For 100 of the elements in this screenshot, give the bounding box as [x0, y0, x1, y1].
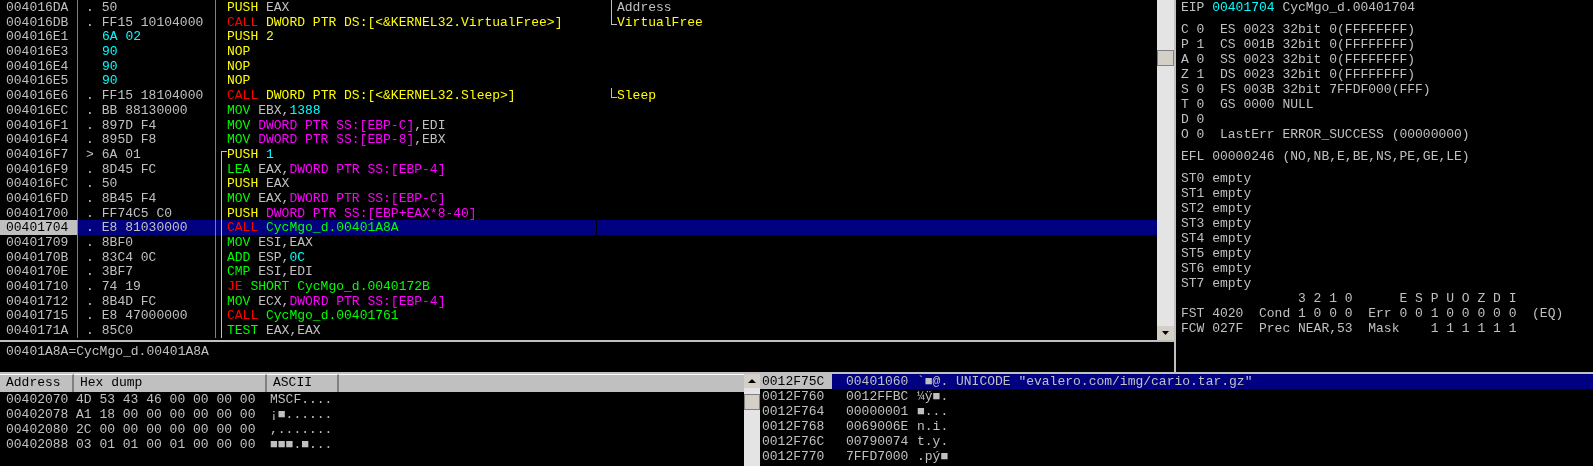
hex-cell: 8D45 FC: [101, 161, 157, 177]
instruction-cell: MOV DWORD PTR SS:[EBP-C],EDI: [227, 117, 446, 133]
value-cell-text: 0069006E: [845, 419, 910, 434]
register-line: ST4 empty: [1181, 231, 1253, 246]
value-cell-text: 7FFD7000: [845, 449, 910, 464]
register-line: ST5 empty: [1181, 246, 1253, 261]
column-header: Hex dump: [74, 374, 267, 392]
instruction-cell: NOP: [227, 58, 251, 74]
column-header: ASCII: [267, 374, 339, 392]
instruction-cell: CALL DWORD PTR DS:[<&KERNEL32.Sleep>]: [227, 88, 516, 103]
hex-cell: 90: [102, 44, 118, 59]
scrollbar[interactable]: [1157, 0, 1174, 340]
address-cell: 004016E5: [6, 73, 69, 89]
comment-cell: .pý■: [917, 449, 949, 464]
instruction-cell: NOP: [227, 44, 251, 59]
address-cell: 004016DA: [6, 0, 69, 15]
hex-cell: 8B45 F4: [101, 190, 157, 206]
comment-cell: t.y.: [917, 434, 949, 449]
ascii-cell: MSCF....: [270, 392, 333, 407]
register-line: ST1 empty: [1181, 186, 1253, 201]
register-line: EFL 00000246 (NO,NB,E,BE,NS,PE,GE,LE): [1181, 149, 1471, 164]
register-line: ST7 empty: [1181, 276, 1253, 291]
marker: .: [86, 117, 94, 133]
instruction-cell: PUSH EAX: [227, 0, 290, 15]
register-line: C 0 ES 0023 32bit 0(FFFFFFFF): [1181, 22, 1417, 37]
address-cell: 00401709: [6, 235, 69, 250]
register-line: FST 4020 Cond 1 0 0 0 Err 0 0 1 0 0 0 0 0 (EQ): [1181, 306, 1565, 321]
instruction-cell: MOV ESI,EAX: [227, 235, 313, 250]
register-line: O 0 LastErr ERROR_SUCCESS (00000000): [1181, 127, 1471, 142]
register-line: ST3 empty: [1181, 216, 1253, 231]
address-cell: 00401712: [6, 293, 69, 309]
address-cell: 0040171A: [6, 323, 69, 339]
hex-cell: FF74C5 C0: [101, 205, 173, 221]
marker: .: [86, 235, 94, 250]
address-cell: 0040170B: [6, 249, 69, 265]
address-cell: 004016F7: [6, 146, 69, 162]
address-cell-text: 0012F770: [761, 449, 826, 464]
scroll-down-icon[interactable]: [1157, 326, 1174, 340]
marker: .: [86, 205, 94, 221]
register-line: ST6 empty: [1181, 261, 1253, 276]
address-cell: 004016E3: [6, 44, 69, 60]
address-cell-text: 00402078: [5, 407, 70, 422]
scroll-up-icon[interactable]: [744, 374, 760, 388]
ascii-cell: ,.......: [270, 422, 333, 437]
address-cell: 004016E4: [6, 58, 69, 74]
marker: .: [86, 323, 94, 338]
marker: .: [86, 102, 94, 118]
instruction-cell: MOV ECX,DWORD PTR SS:[EBP-4]: [227, 293, 446, 309]
instruction-cell: PUSH EAX: [227, 176, 290, 191]
scroll-thumb[interactable]: [1157, 50, 1174, 66]
comment-cell: VirtualFree: [617, 14, 703, 30]
value-cell-text: 00401060: [845, 374, 910, 389]
instruction-cell: CALL DWORD PTR DS:[<&KERNEL32.VirtualFree>]: [227, 14, 563, 30]
comment-cell: n.i.: [917, 419, 949, 434]
hex-cell: 74 19: [101, 279, 141, 294]
marker: .: [86, 161, 94, 177]
marker: .: [86, 0, 94, 15]
hex-cell-text: 4D 53 43 46 00 00 00 00: [76, 392, 257, 407]
address-cell: 004016F9: [6, 161, 69, 177]
instruction-cell: TEST EAX,EAX: [227, 323, 321, 338]
marker: .: [86, 88, 94, 103]
address-cell: 00401715: [6, 308, 69, 324]
address-cell: 004016FC: [6, 176, 69, 192]
register-line: ST0 empty: [1181, 171, 1253, 186]
marker: .: [86, 249, 94, 265]
address-cell-text: 00402088: [5, 437, 70, 452]
hex-cell: 90: [102, 58, 118, 74]
ascii-cell: ■■■.■...: [270, 437, 333, 452]
instruction-cell: CALL CycMgo_d.00401761: [227, 308, 399, 324]
marker: .: [86, 190, 94, 206]
hex-cell: 6A 01: [101, 146, 141, 162]
scrollbar[interactable]: [744, 374, 760, 466]
address-cell: 00401710: [6, 279, 69, 295]
hex-cell: E8 47000000: [101, 308, 188, 324]
register-line: 3 2 1 0 E S P U O Z D I: [1297, 291, 1518, 306]
value-cell-text: 00000001: [845, 404, 910, 419]
register-line: S 0 FS 003B 32bit 7FFDF000(FFF): [1181, 82, 1432, 97]
hex-cell: 3BF7: [101, 264, 134, 280]
instruction-cell: LEA EAX,DWORD PTR SS:[EBP-4]: [227, 161, 446, 177]
info-text: 00401A8A=CycMgo_d.00401A8A: [6, 344, 209, 359]
comment-cell: ■...: [917, 404, 949, 419]
marker: .: [86, 132, 94, 147]
address-cell: 004016DB: [6, 14, 69, 30]
hex-cell: 50: [101, 0, 118, 15]
marker: .: [86, 14, 94, 30]
hex-cell-text: 03 01 01 00 01 00 00 00: [76, 437, 257, 452]
register-line: Z 1 DS 0023 32bit 0(FFFFFFFF): [1181, 67, 1417, 82]
address-cell: 004016F1: [6, 117, 69, 133]
comment-cell: ¼ÿ■.: [917, 389, 949, 404]
address-cell-text: 0012F76C: [761, 434, 826, 449]
marker: .: [86, 220, 94, 235]
value-cell-text: 00790074: [845, 434, 910, 449]
instruction-cell: PUSH 2: [227, 29, 274, 45]
instruction-cell: ADD ESP,0C: [227, 249, 306, 265]
register-line: FCW 027F Prec NEAR,53 Mask 1 1 1 1 1 1: [1181, 321, 1518, 336]
hex-cell: FF15 10104000: [101, 14, 204, 30]
ascii-cell: ¡■......: [270, 407, 333, 422]
scroll-thumb[interactable]: [744, 394, 760, 410]
register-line: EIP 00401704 CycMgo_d.00401704: [1181, 0, 1417, 15]
hex-cell: 6A 02: [102, 29, 141, 45]
